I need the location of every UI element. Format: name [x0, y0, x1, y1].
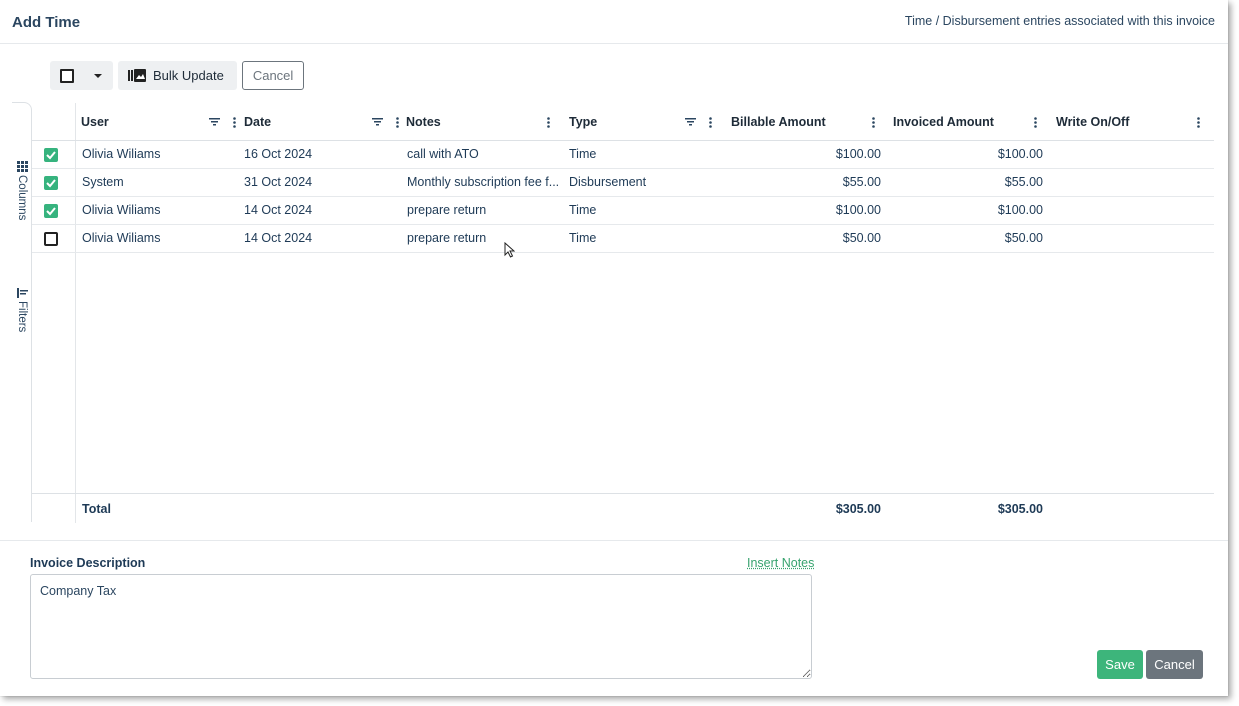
cell-notes: Monthly subscription fee f...: [407, 175, 560, 189]
save-button[interactable]: Save: [1097, 650, 1143, 679]
column-header-label: Billable Amount: [731, 115, 826, 129]
table-row[interactable]: Olivia Wiliams 16 Oct 2024 call with ATO…: [32, 141, 1214, 169]
cell-billable-amount: $100.00: [835, 147, 881, 161]
total-billable-amount: $305.00: [835, 502, 881, 516]
filters-tab[interactable]: Filters: [12, 288, 32, 332]
total-row: Total $305.00 $305.00: [32, 494, 1214, 524]
cell-invoiced-amount: $100.00: [997, 203, 1043, 217]
select-all-dropdown[interactable]: [50, 61, 113, 90]
add-time-dialog: Add Time Time / Disbursement entries ass…: [0, 0, 1228, 696]
grid-toolbar: Bulk Update Cancel: [50, 61, 305, 90]
column-header-label: Write On/Off: [1056, 115, 1130, 129]
cell-date: 31 Oct 2024: [244, 175, 313, 189]
column-menu-icon[interactable]: [227, 115, 241, 129]
grid-side-panel: Columns Filters: [12, 102, 32, 522]
cell-billable-amount: $50.00: [842, 231, 881, 245]
column-menu-icon[interactable]: [1191, 115, 1205, 129]
bulk-update-icon: [128, 69, 146, 82]
cell-invoiced-amount: $55.00: [1004, 175, 1043, 189]
total-invoiced-amount: $305.00: [997, 502, 1043, 516]
filter-icon: [16, 288, 28, 298]
cell-write-on-off[interactable]: [1056, 169, 1206, 196]
column-header-type[interactable]: Type: [569, 103, 717, 141]
columns-tab-label: Columns: [16, 175, 28, 221]
cell-user: Olivia Wiliams: [82, 203, 161, 217]
cell-billable-amount: $55.00: [842, 175, 881, 189]
total-label: Total: [82, 502, 111, 516]
cell-date: 14 Oct 2024: [244, 203, 313, 217]
column-header-label: Date: [244, 115, 272, 129]
cell-user: Olivia Wiliams: [82, 147, 161, 161]
column-menu-icon[interactable]: [1028, 115, 1042, 129]
columns-tab[interactable]: Columns: [12, 161, 32, 220]
insert-notes-link[interactable]: Insert Notes: [747, 556, 814, 570]
dialog-subtitle: Time / Disbursement entries associated w…: [904, 14, 1215, 28]
cell-type: Time: [569, 231, 597, 245]
column-header-invoiced-amount[interactable]: Invoiced Amount: [893, 103, 1042, 141]
column-header-billable-amount[interactable]: Billable Amount: [731, 103, 880, 141]
mouse-cursor-icon: [504, 242, 515, 258]
cell-invoiced-amount: $100.00: [997, 147, 1043, 161]
toolbar-cancel-button[interactable]: Cancel: [241, 61, 305, 90]
cell-write-on-off[interactable]: [1056, 225, 1206, 252]
filter-icon[interactable]: [207, 115, 221, 129]
cell-notes: prepare return: [407, 231, 487, 245]
column-header-user[interactable]: User: [81, 103, 241, 141]
cell-date: 16 Oct 2024: [244, 147, 313, 161]
chevron-down-icon[interactable]: [94, 73, 102, 78]
dialog-header: Add Time Time / Disbursement entries ass…: [0, 0, 1228, 44]
row-checkbox-checked[interactable]: [44, 204, 58, 218]
filter-icon[interactable]: [370, 115, 384, 129]
dialog-title: Add Time: [12, 14, 81, 31]
cancel-button[interactable]: Cancel: [1146, 650, 1203, 679]
cell-date: 14 Oct 2024: [244, 231, 313, 245]
column-menu-icon[interactable]: [390, 115, 404, 129]
cell-user: System: [82, 175, 124, 189]
column-menu-icon[interactable]: [541, 115, 555, 129]
table-row[interactable]: Olivia Wiliams 14 Oct 2024 prepare retur…: [32, 225, 1214, 253]
cell-write-on-off[interactable]: [1056, 141, 1206, 168]
column-menu-icon[interactable]: [703, 115, 717, 129]
row-checkbox-checked[interactable]: [44, 148, 58, 162]
section-divider: [0, 540, 1228, 541]
column-header-label: Invoiced Amount: [893, 115, 994, 129]
table-row[interactable]: Olivia Wiliams 14 Oct 2024 prepare retur…: [32, 197, 1214, 225]
cell-type: Time: [569, 203, 597, 217]
row-checkbox-unchecked[interactable]: [44, 232, 58, 246]
cell-type: Time: [569, 147, 597, 161]
column-header-label: Type: [569, 115, 598, 129]
filter-icon[interactable]: [683, 115, 697, 129]
bulk-update-label: Bulk Update: [153, 68, 224, 83]
bulk-update-button[interactable]: Bulk Update: [118, 61, 237, 90]
column-header-label: Notes: [406, 115, 441, 129]
invoice-description-input[interactable]: Company Tax: [30, 574, 812, 679]
column-header-label: User: [81, 115, 109, 129]
invoice-description-label: Invoice Description: [30, 556, 146, 570]
cell-user: Olivia Wiliams: [82, 231, 161, 245]
cell-billable-amount: $100.00: [835, 203, 881, 217]
column-header-date[interactable]: Date: [244, 103, 404, 141]
cell-type: Disbursement: [569, 175, 647, 189]
cell-invoiced-amount: $50.00: [1004, 231, 1043, 245]
cell-write-on-off[interactable]: [1056, 197, 1206, 224]
select-all-checkbox[interactable]: [60, 68, 74, 83]
cell-notes: prepare return: [407, 203, 487, 217]
column-header-notes[interactable]: Notes: [406, 103, 555, 141]
grid-header-row: User Date Notes Type Billable Amount Inv…: [32, 103, 1214, 141]
column-menu-icon[interactable]: [866, 115, 880, 129]
time-entries-grid: User Date Notes Type Billable Amount Inv…: [32, 103, 1214, 523]
column-header-write-on-off[interactable]: Write On/Off: [1056, 103, 1205, 141]
table-row[interactable]: System 31 Oct 2024 Monthly subscription …: [32, 169, 1214, 197]
filters-tab-label: Filters: [16, 301, 28, 333]
grid-icon: [16, 161, 28, 172]
row-checkbox-checked[interactable]: [44, 176, 58, 190]
cell-notes: call with ATO: [407, 147, 479, 161]
